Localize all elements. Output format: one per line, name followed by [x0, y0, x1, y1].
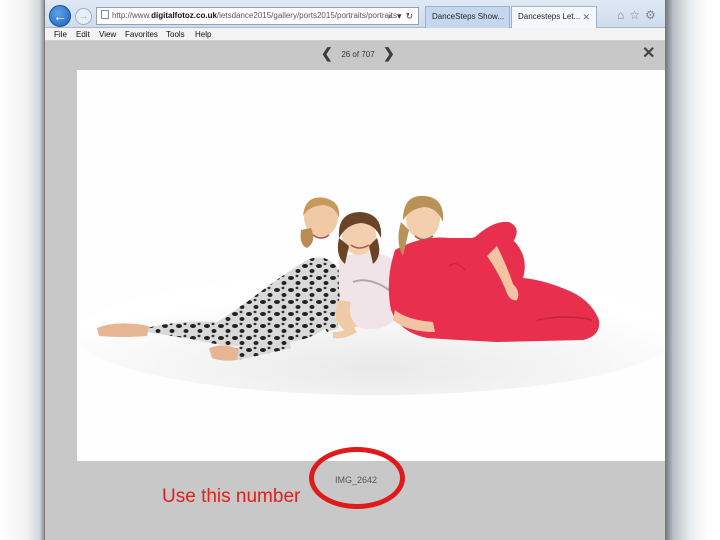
- browser-toolbar: ← → http://www.digitalfotoz.co.uk/letsda…: [45, 0, 665, 28]
- previous-image-button[interactable]: ❮: [321, 45, 333, 62]
- page-icon: [101, 10, 109, 19]
- menu-bar: File Edit View Favorites Tools Help: [45, 28, 665, 41]
- gallery-photo: [77, 70, 665, 461]
- portrait-photo-drawing: [77, 70, 665, 461]
- menu-view[interactable]: View: [99, 28, 116, 41]
- url-host: digitalfotoz.co.uk: [151, 11, 217, 20]
- screenshot-stage: ← → http://www.digitalfotoz.co.uk/letsda…: [0, 0, 720, 540]
- menu-tools[interactable]: Tools: [166, 28, 185, 41]
- annotation-highlight-circle: [309, 447, 405, 509]
- favorites-star-icon[interactable]: ☆: [629, 8, 645, 22]
- close-viewer-button[interactable]: ✕: [642, 46, 655, 62]
- menu-file[interactable]: File: [54, 28, 67, 41]
- search-icon[interactable]: ⌕: [388, 11, 393, 21]
- forward-arrow-icon: →: [78, 11, 89, 22]
- desktop-edge-left: [0, 0, 44, 540]
- tab-dancesteps-lets[interactable]: Dancesteps Let... ✕: [511, 6, 597, 28]
- annotation-label: Use this number: [162, 486, 301, 507]
- desktop-edge-right: [665, 0, 720, 540]
- url-path: /letsdance2015/gallery/ports2015/portrai…: [216, 11, 398, 20]
- gallery-navigation: ❮ 26 of 707 ❯: [45, 45, 665, 64]
- menu-favorites[interactable]: Favorites: [125, 28, 158, 41]
- tab-label: Dancesteps Let...: [518, 12, 581, 21]
- url-prefix: http://www.: [112, 11, 152, 20]
- tab-label: DanceSteps Show...: [432, 12, 505, 21]
- image-counter: 26 of 707: [341, 50, 375, 59]
- back-button[interactable]: ←: [49, 5, 71, 27]
- next-image-button[interactable]: ❯: [383, 45, 395, 62]
- dropdown-icon[interactable]: ▾: [397, 11, 402, 21]
- forward-button[interactable]: →: [75, 8, 92, 25]
- refresh-icon[interactable]: ↻: [406, 11, 414, 21]
- browser-right-icons: ⌂☆⚙: [617, 8, 661, 22]
- home-icon[interactable]: ⌂: [617, 8, 629, 22]
- menu-edit[interactable]: Edit: [76, 28, 90, 41]
- tab-danceSteps-show[interactable]: DanceSteps Show...: [425, 6, 510, 28]
- address-tools: ⌕ ▾ ↻: [388, 8, 417, 24]
- address-bar[interactable]: http://www.digitalfotoz.co.uk/letsdance2…: [96, 7, 419, 25]
- tab-close-icon[interactable]: ✕: [582, 7, 590, 27]
- menu-help[interactable]: Help: [195, 28, 211, 41]
- back-arrow-icon: ←: [53, 8, 67, 24]
- gear-icon[interactable]: ⚙: [645, 8, 661, 22]
